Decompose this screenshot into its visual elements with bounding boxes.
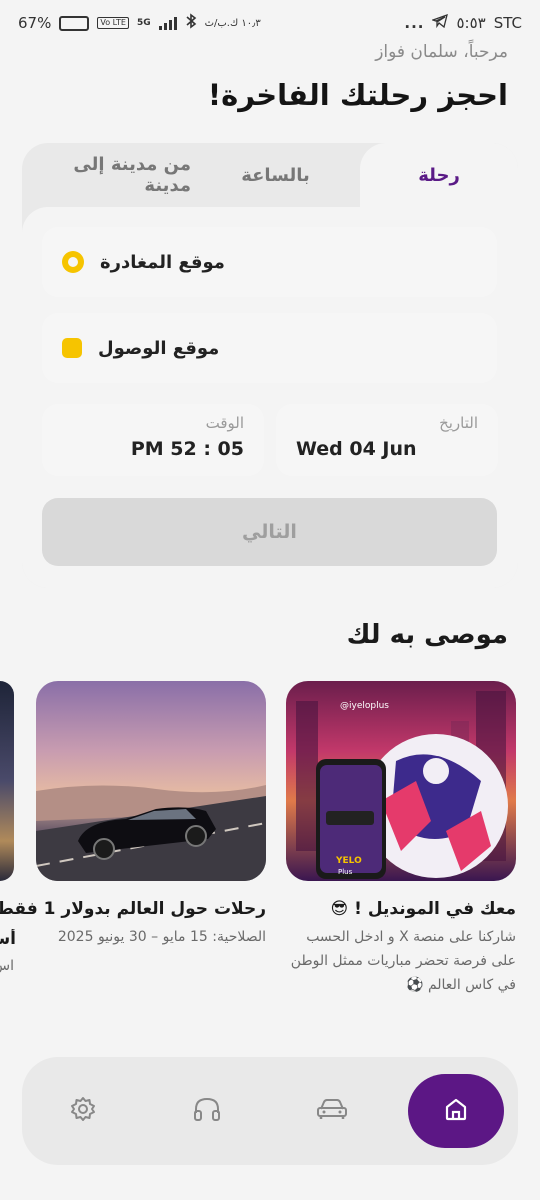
carrier: STC bbox=[493, 14, 522, 32]
network-label: 5G bbox=[136, 18, 151, 28]
tab-hourly[interactable]: بالساعة bbox=[191, 143, 360, 207]
recommendations-title: موصى به لك bbox=[346, 620, 508, 650]
promo-card-travel[interactable]: رحلات حول العالم بدولار 1 فقط الصلاحية: … bbox=[0, 681, 266, 949]
travel-card-title: رحلات حول العالم بدولار 1 فقط bbox=[0, 899, 266, 919]
volte-badge: Vo LTE bbox=[97, 17, 129, 29]
partial-card-title: أس bbox=[0, 929, 16, 949]
battery-percent: 67% bbox=[18, 14, 52, 32]
status-bar: 67% Vo LTE 5G ١٠٫٣ ك.ب/ث ... ٥:٥٣ STC bbox=[0, 0, 540, 46]
tab-trip[interactable]: رحلة bbox=[360, 143, 518, 207]
partial-card-subtitle: اس bbox=[0, 958, 14, 974]
next-button[interactable]: التالي bbox=[42, 498, 497, 566]
date-value: Wed 04 Jun bbox=[296, 438, 417, 460]
booking-card: رحلة بالساعة من مدينة إلى مدينة موقع الم… bbox=[22, 143, 518, 588]
dropoff-field[interactable]: موقع الوصول bbox=[42, 313, 497, 383]
pickup-field[interactable]: موقع المغادرة bbox=[42, 227, 497, 297]
booking-tabs: رحلة بالساعة من مدينة إلى مدينة bbox=[22, 143, 518, 207]
status-left: 67% Vo LTE 5G ١٠٫٣ ك.ب/ث bbox=[18, 13, 261, 33]
worldcup-card-title: معك في المونديل ! 😎 bbox=[330, 899, 516, 919]
phone-brand-sub: Plus bbox=[338, 868, 353, 876]
status-right: ... ٥:٥٣ STC bbox=[404, 13, 522, 32]
battery-icon bbox=[59, 15, 90, 31]
bluetooth-icon bbox=[185, 13, 197, 33]
nav-home[interactable] bbox=[408, 1074, 504, 1148]
home-icon bbox=[442, 1095, 470, 1127]
pickup-dot-icon bbox=[62, 251, 84, 273]
time-value: PM 52 : 05 bbox=[130, 438, 244, 460]
gear-icon bbox=[69, 1095, 97, 1127]
page-title: احجز رحلتك الفاخرة! bbox=[207, 78, 508, 112]
worldcup-card-subtitle: شاركنا على منصة X و ادخل الحسب على فرصة … bbox=[290, 929, 516, 993]
signal-icon bbox=[158, 16, 177, 30]
dropoff-square-icon bbox=[62, 338, 82, 358]
headphones-icon bbox=[192, 1095, 222, 1127]
promo-card-worldcup[interactable]: @iyeloplus YELO Plus معك في المونديل ! 😎… bbox=[286, 681, 516, 997]
travel-card-subtitle: الصلاحية: 15 مايو – 30 يونيو 2025 bbox=[57, 929, 266, 945]
worldcup-watermark: @iyeloplus bbox=[340, 701, 389, 711]
date-picker[interactable]: التاريخ Wed 04 Jun bbox=[276, 404, 498, 476]
phone-brand-label: YELO bbox=[336, 856, 362, 866]
car-icon bbox=[315, 1095, 349, 1127]
data-speed: ١٠٫٣ ك.ب/ث bbox=[204, 17, 261, 29]
more-dots: ... bbox=[404, 14, 425, 32]
time-picker[interactable]: الوقت PM 52 : 05 bbox=[42, 404, 264, 476]
clock: ٥:٥٣ bbox=[456, 14, 486, 32]
worldcup-image: @iyeloplus YELO Plus bbox=[286, 681, 516, 881]
telegram-icon bbox=[431, 13, 449, 32]
pickup-label: موقع المغادرة bbox=[100, 251, 225, 273]
greeting-text: مرحباً، سلمان فواز bbox=[375, 42, 508, 62]
travel-image bbox=[36, 681, 266, 881]
tab-city-to-city[interactable]: من مدينة إلى مدينة bbox=[22, 143, 191, 207]
nav-rides[interactable] bbox=[295, 1074, 369, 1148]
nav-support[interactable] bbox=[170, 1074, 244, 1148]
nav-settings[interactable] bbox=[46, 1074, 120, 1148]
time-label: الوقت bbox=[205, 414, 244, 432]
date-label: التاريخ bbox=[439, 414, 478, 432]
promo-card-partial-image[interactable] bbox=[0, 681, 14, 881]
dropoff-label: موقع الوصول bbox=[98, 337, 220, 359]
bottom-nav bbox=[22, 1057, 518, 1165]
